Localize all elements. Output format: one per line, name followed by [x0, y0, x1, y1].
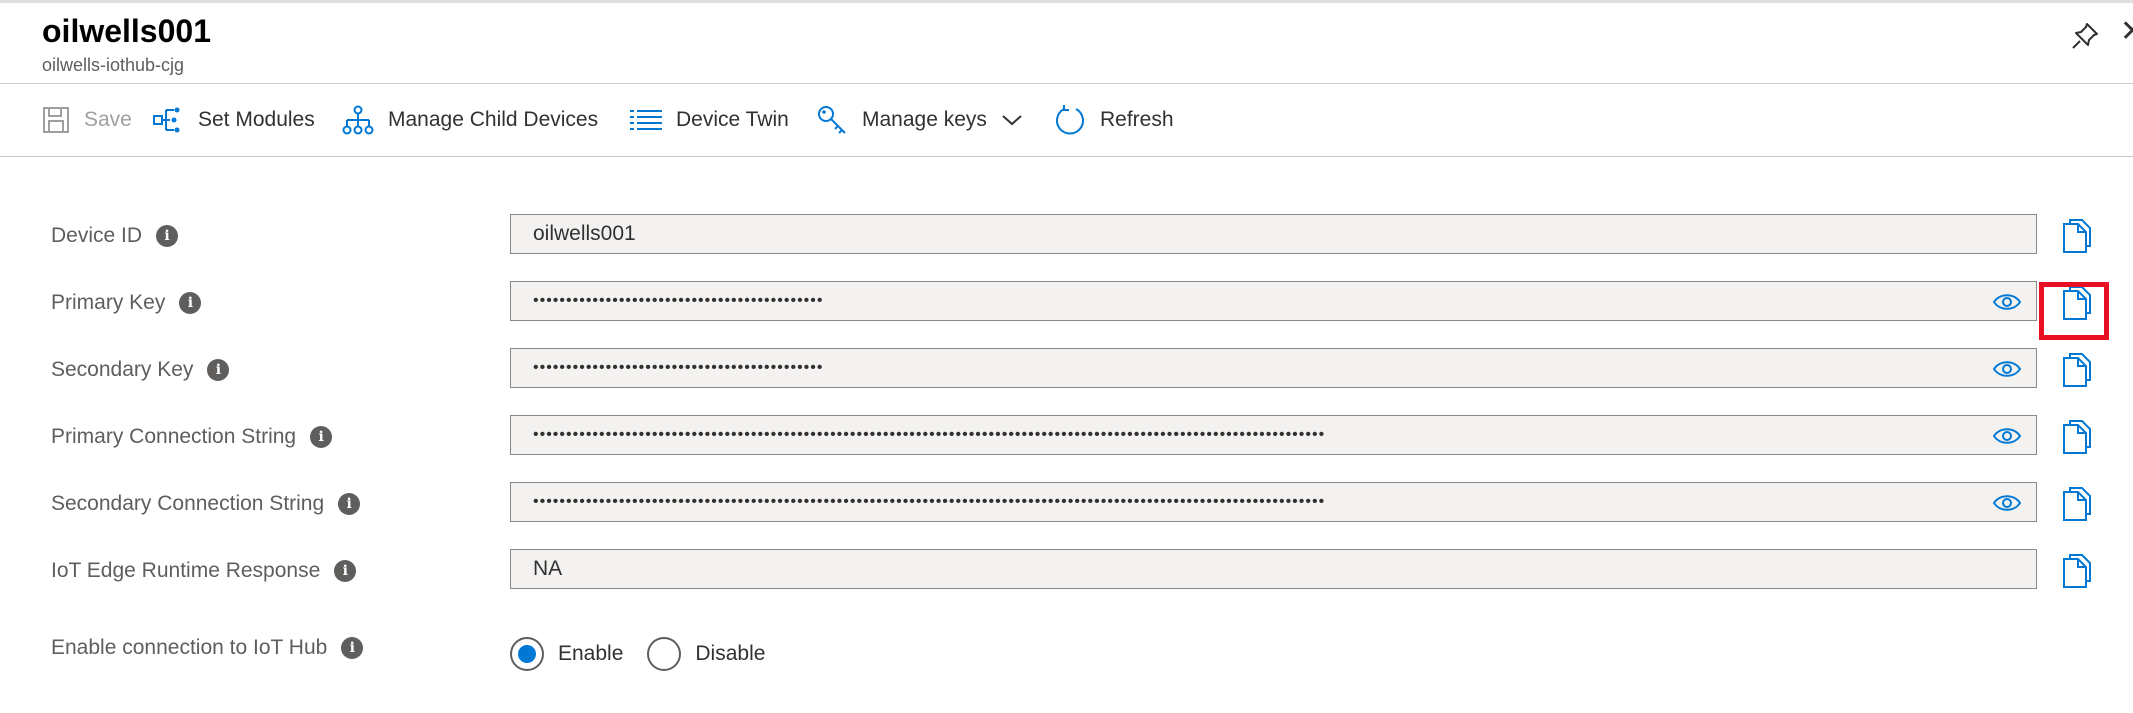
eye-icon[interactable] — [1992, 291, 2022, 313]
copy-icon[interactable] — [2060, 352, 2092, 388]
pin-icon[interactable] — [2070, 21, 2100, 51]
key-icon — [818, 106, 846, 134]
manage-child-devices-label: Manage Child Devices — [388, 108, 599, 131]
refresh-button[interactable]: Refresh — [1054, 84, 1174, 156]
manage-child-devices-button[interactable]: Manage Child Devices — [342, 84, 598, 156]
connection-radio-group: Enable Disable — [510, 632, 775, 676]
save-icon — [43, 107, 69, 133]
eye-icon[interactable] — [1992, 425, 2022, 447]
info-icon[interactable]: i — [310, 426, 333, 448]
enable-radio-label[interactable]: Enable — [558, 642, 623, 666]
device-id-value: oilwells001 — [533, 222, 636, 245]
secondary-key-label: Secondary Key i — [51, 348, 230, 392]
secondary-connection-string-label-text: Secondary Connection String — [51, 492, 325, 515]
eye-icon[interactable] — [1992, 492, 2022, 514]
save-button[interactable]: Save — [42, 84, 132, 156]
secondary-key-label-text: Secondary Key — [51, 358, 194, 381]
refresh-icon — [1056, 105, 1084, 135]
manage-keys-button[interactable]: Manage keys — [816, 84, 1023, 156]
enable-connection-label-text: Enable connection to IoT Hub — [51, 636, 328, 659]
iot-edge-runtime-response-label: IoT Edge Runtime Response i — [51, 549, 357, 593]
device-twin-label: Device Twin — [676, 108, 789, 131]
copy-icon[interactable] — [2060, 419, 2092, 455]
primary-key-label-text: Primary Key — [51, 291, 166, 314]
secondary-key-value: ••••••••••••••••••••••••••••••••••••••••… — [533, 359, 824, 376]
disable-radio-label[interactable]: Disable — [695, 642, 765, 666]
secondary-connection-string-row: Secondary Connection String i ••••••••••… — [0, 482, 2133, 526]
copy-icon[interactable] — [2060, 285, 2092, 321]
primary-key-value: ••••••••••••••••••••••••••••••••••••••••… — [533, 292, 824, 309]
page-title: oilwells001 — [42, 13, 211, 49]
hierarchy-icon — [342, 105, 374, 135]
enable-radio[interactable] — [510, 637, 544, 671]
iot-edge-runtime-response-label-text: IoT Edge Runtime Response — [51, 559, 321, 582]
set-modules-icon — [153, 107, 180, 133]
info-icon[interactable]: i — [156, 225, 179, 247]
chevron-down-icon[interactable] — [1001, 113, 1023, 127]
close-icon[interactable]: ✕ — [2120, 17, 2133, 47]
save-label: Save — [84, 108, 132, 131]
secondary-key-row: Secondary Key i ••••••••••••••••••••••••… — [0, 348, 2133, 392]
disable-radio[interactable] — [647, 637, 682, 671]
set-modules-label: Set Modules — [198, 108, 315, 131]
secondary-connection-string-field[interactable]: ••••••••••••••••••••••••••••••••••••••••… — [510, 482, 2037, 522]
primary-key-label: Primary Key i — [51, 281, 202, 325]
enable-connection-label: Enable connection to IoT Hub i — [51, 626, 364, 670]
primary-connection-string-field[interactable]: ••••••••••••••••••••••••••••••••••••••••… — [510, 415, 2037, 455]
primary-key-field[interactable]: ••••••••••••••••••••••••••••••••••••••••… — [510, 281, 2037, 321]
info-icon[interactable]: i — [338, 493, 361, 515]
radio-selected-dot — [518, 645, 536, 663]
device-id-label: Device ID i — [51, 214, 179, 258]
divider — [0, 156, 2133, 157]
manage-keys-label: Manage keys — [862, 108, 987, 131]
iot-edge-runtime-response-field[interactable]: NA — [510, 549, 2037, 589]
info-icon[interactable]: i — [207, 359, 230, 381]
blade-header: oilwells001 oilwells-iothub-cjg ✕ — [0, 3, 2133, 83]
set-modules-button[interactable]: Set Modules — [152, 84, 315, 156]
device-twin-button[interactable]: Device Twin — [630, 84, 789, 156]
primary-key-row: Primary Key i ••••••••••••••••••••••••••… — [0, 281, 2133, 325]
primary-connection-string-label: Primary Connection String i — [51, 415, 333, 459]
device-id-row: Device ID i oilwells001 — [0, 214, 2133, 258]
copy-icon[interactable] — [2060, 218, 2092, 254]
command-bar: Save Set Modules Manage Child Devices De… — [0, 84, 2133, 156]
refresh-label: Refresh — [1100, 108, 1174, 131]
info-icon[interactable]: i — [341, 637, 364, 659]
secondary-connection-string-value: ••••••••••••••••••••••••••••••••••••••••… — [533, 493, 1326, 510]
device-id-field[interactable]: oilwells001 — [510, 214, 2037, 254]
copy-icon[interactable] — [2060, 486, 2092, 522]
page-subtitle: oilwells-iothub-cjg — [42, 55, 185, 75]
enable-connection-row: Enable connection to IoT Hub i Enable Di… — [0, 626, 2133, 671]
list-icon — [630, 110, 662, 130]
iot-edge-runtime-response-row: IoT Edge Runtime Response i NA — [0, 549, 2133, 593]
iot-edge-runtime-response-value: NA — [533, 557, 563, 580]
device-id-label-text: Device ID — [51, 224, 143, 247]
primary-connection-string-row: Primary Connection String i ••••••••••••… — [0, 415, 2133, 459]
primary-connection-string-label-text: Primary Connection String — [51, 425, 297, 448]
secondary-connection-string-label: Secondary Connection String i — [51, 482, 361, 526]
info-icon[interactable]: i — [334, 560, 357, 582]
secondary-key-field[interactable]: ••••••••••••••••••••••••••••••••••••••••… — [510, 348, 2037, 388]
primary-connection-string-value: ••••••••••••••••••••••••••••••••••••••••… — [533, 426, 1326, 443]
copy-icon[interactable] — [2060, 553, 2092, 589]
info-icon[interactable]: i — [179, 292, 202, 314]
eye-icon[interactable] — [1992, 358, 2022, 380]
